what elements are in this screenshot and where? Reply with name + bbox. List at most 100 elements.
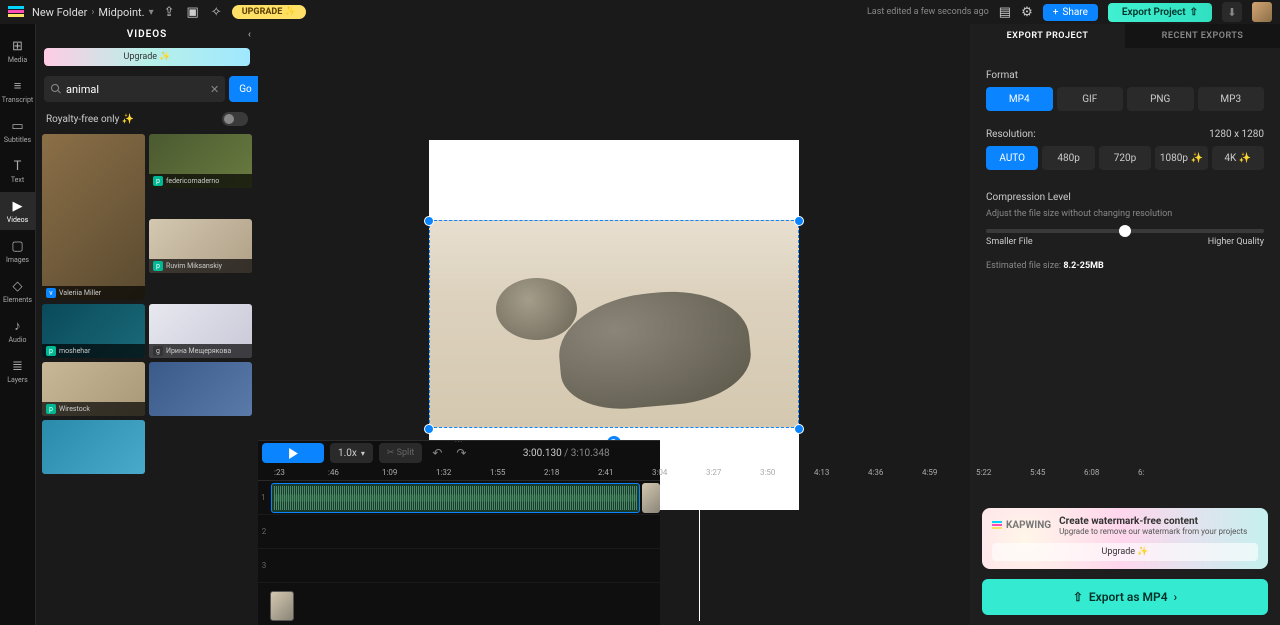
- play-button[interactable]: [262, 443, 324, 463]
- chevron-down-icon[interactable]: ▾: [149, 7, 154, 18]
- video-result[interactable]: [42, 420, 145, 474]
- time-display: 3:00.130 / 3:10.348: [476, 448, 656, 459]
- lightbulb-icon[interactable]: ✧: [211, 5, 222, 20]
- rail-images[interactable]: ▢Images: [0, 232, 36, 270]
- ruler-mark: 5:22: [976, 468, 991, 477]
- timeline-ruler[interactable]: :23:461:091:321:552:182:413:043:273:504:…: [258, 465, 660, 481]
- export-as-mp4-button[interactable]: ⇧ Export as MP4 ›: [982, 579, 1268, 615]
- res-1080p[interactable]: 1080p ✨: [1155, 146, 1207, 170]
- search-input[interactable]: [62, 83, 210, 96]
- user-avatar[interactable]: [1252, 2, 1272, 22]
- compression-slider[interactable]: [986, 229, 1264, 233]
- transcript-icon: ≡: [14, 78, 22, 94]
- template-icon[interactable]: ▣: [187, 5, 199, 20]
- rail-transcript[interactable]: ≡Transcript: [0, 72, 36, 110]
- watermark-upgrade-button[interactable]: Upgrade ✨: [992, 543, 1258, 561]
- format-mp4[interactable]: MP4: [986, 87, 1053, 111]
- share-button[interactable]: + Share: [1043, 4, 1098, 21]
- res-720p[interactable]: 720p: [1099, 146, 1151, 170]
- rail-elements[interactable]: ◇Elements: [0, 272, 36, 310]
- last-edited-label: Last edited a few seconds ago: [867, 7, 989, 17]
- ruler-mark: 6:: [1138, 468, 1144, 477]
- split-button[interactable]: ✂ Split: [379, 443, 423, 463]
- seal-image-head: [496, 278, 577, 340]
- slider-thumb[interactable]: [1119, 225, 1131, 237]
- video-result[interactable]: pfedericomaderno: [149, 134, 252, 188]
- undo-button[interactable]: ↶: [428, 446, 446, 460]
- source-badge-icon: v: [46, 288, 56, 298]
- format-gif[interactable]: GIF: [1057, 87, 1124, 111]
- watermark-upsell-card: KAPWING Create watermark-free content Up…: [982, 508, 1268, 569]
- ruler-mark: 2:18: [544, 468, 559, 477]
- ruler-mark: :46: [328, 468, 339, 477]
- watermark-title: Create watermark-free content: [1059, 516, 1258, 527]
- canvas-area: ⟳ ⋯ 1.0x ▾ ✂ Split ↶ ↷ 3:00.130 / 3:10.3…: [258, 24, 970, 625]
- breadcrumb-project[interactable]: Midpoint.: [98, 6, 144, 19]
- rail-subtitles[interactable]: ▭Subtitles: [0, 112, 36, 150]
- download-button[interactable]: ⬇: [1222, 2, 1242, 22]
- resize-handle-br[interactable]: [794, 424, 804, 434]
- audio-clip[interactable]: [271, 483, 641, 513]
- tab-export-project[interactable]: EXPORT PROJECT: [970, 24, 1125, 48]
- person-icon: +: [1053, 7, 1059, 18]
- source-badge-icon: p: [46, 346, 56, 356]
- royalty-free-toggle[interactable]: [222, 112, 248, 126]
- resize-handle-tl[interactable]: [424, 216, 434, 226]
- export-project-button[interactable]: Export Project ⇧: [1108, 3, 1212, 22]
- ruler-mark: 1:32: [436, 468, 451, 477]
- rail-media[interactable]: ⊞Media: [0, 32, 36, 70]
- timeline-thumbnail[interactable]: [270, 591, 294, 621]
- ruler-mark: 1:55: [490, 468, 505, 477]
- track-row-3: 3: [258, 549, 660, 583]
- video-result[interactable]: gИрина Мещерякова: [149, 304, 252, 358]
- tab-recent-exports[interactable]: RECENT EXPORTS: [1125, 24, 1280, 48]
- slider-label-right: Higher Quality: [1208, 237, 1264, 247]
- chevron-down-icon: ▾: [361, 449, 365, 458]
- video-result[interactable]: pWirestock: [42, 362, 145, 416]
- search-input-wrap[interactable]: ✕: [44, 76, 225, 102]
- clear-search-icon[interactable]: ✕: [210, 83, 219, 96]
- export-icon: ⇧: [1073, 590, 1083, 604]
- rail-videos[interactable]: ▶Videos: [0, 192, 36, 230]
- ruler-mark: 4:59: [922, 468, 937, 477]
- video-result[interactable]: pmoshehar: [42, 304, 145, 358]
- video-result[interactable]: pRuvim Miksanskiy: [149, 219, 252, 273]
- video-clip[interactable]: [642, 483, 660, 513]
- res-480p[interactable]: 480p: [1042, 146, 1094, 170]
- ruler-mark: 2:41: [598, 468, 613, 477]
- upload-icon[interactable]: ⇪: [164, 5, 175, 20]
- source-badge-icon: p: [153, 176, 163, 186]
- elements-icon: ◇: [13, 279, 23, 294]
- res-auto[interactable]: AUTO: [986, 146, 1038, 170]
- app-logo[interactable]: [8, 6, 24, 18]
- format-png[interactable]: PNG: [1127, 87, 1194, 111]
- video-result[interactable]: [149, 362, 252, 416]
- comment-icon[interactable]: ▤: [999, 5, 1011, 20]
- panel-drag-handle-icon[interactable]: ⋯: [455, 437, 464, 446]
- resize-handle-tr[interactable]: [794, 216, 804, 226]
- royalty-free-toggle-row: Royalty-free only ✨: [36, 108, 258, 130]
- rail-layers[interactable]: ≣Layers: [0, 352, 36, 390]
- breadcrumb: New Folder › Midpoint. ▾: [32, 6, 154, 19]
- collapse-panel-icon[interactable]: ‹: [248, 29, 252, 40]
- upgrade-banner[interactable]: Upgrade ✨: [44, 48, 250, 66]
- export-panel: EXPORT PROJECT RECENT EXPORTS Format MP4…: [970, 24, 1280, 625]
- media-panel-title: VIDEOS: [127, 29, 168, 40]
- search-go-button[interactable]: Go: [229, 76, 258, 102]
- rail-text[interactable]: TText: [0, 152, 36, 190]
- rail-audio[interactable]: ♪Audio: [0, 312, 36, 350]
- redo-button[interactable]: ↷: [452, 446, 470, 460]
- subtitles-icon: ▭: [11, 119, 23, 134]
- playback-speed-select[interactable]: 1.0x ▾: [330, 443, 373, 463]
- settings-icon[interactable]: ⚙: [1021, 5, 1033, 20]
- selected-clip[interactable]: [429, 220, 799, 428]
- ruler-mark: 1:09: [382, 468, 397, 477]
- media-icon: ⊞: [12, 39, 23, 54]
- breadcrumb-folder[interactable]: New Folder: [32, 6, 87, 19]
- format-mp3[interactable]: MP3: [1198, 87, 1265, 111]
- res-4k[interactable]: 4K ✨: [1212, 146, 1264, 170]
- resize-handle-bl[interactable]: [424, 424, 434, 434]
- playhead[interactable]: [699, 481, 700, 621]
- upgrade-pill[interactable]: UPGRADE ✨: [232, 5, 306, 19]
- video-result[interactable]: vValeriia Miller: [42, 134, 145, 300]
